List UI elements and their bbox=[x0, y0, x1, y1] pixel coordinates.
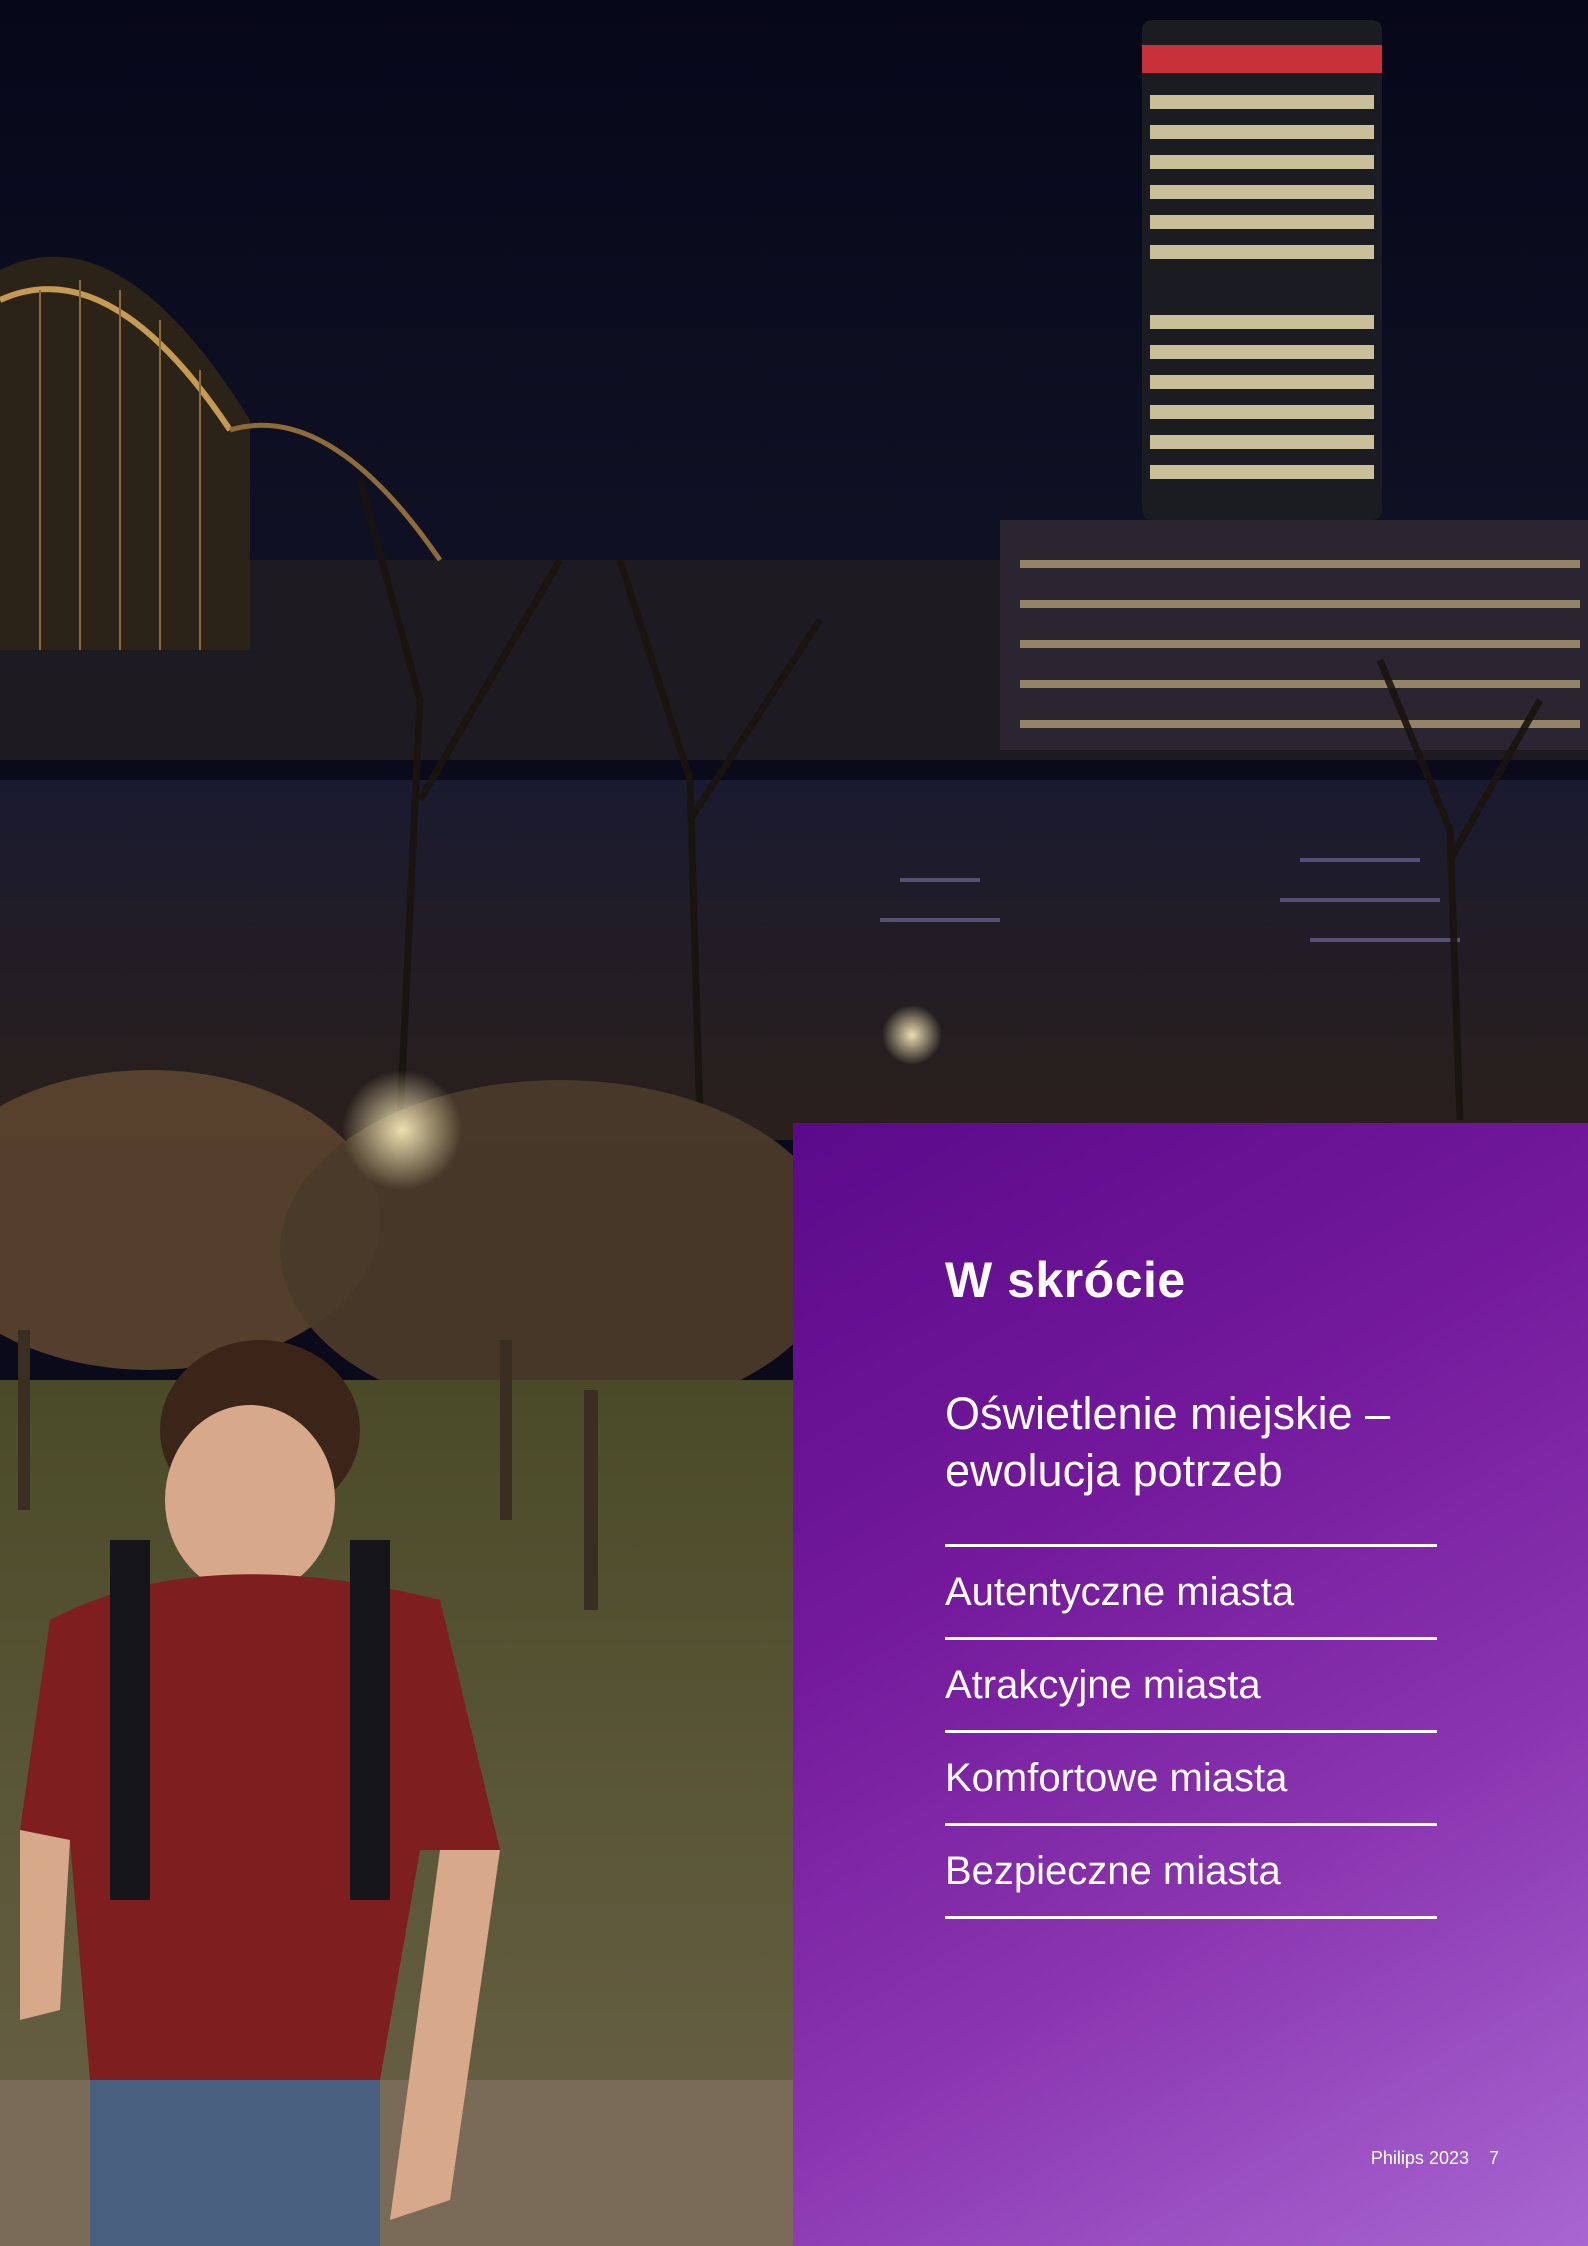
topic-item-comfortable[interactable]: Komfortowe miasta bbox=[945, 1733, 1437, 1826]
topic-item-safe[interactable]: Bezpieczne miasta bbox=[945, 1826, 1437, 1919]
page-number: 7 bbox=[1488, 2148, 1499, 2168]
page-footer: Philips 2023 7 bbox=[1371, 2148, 1499, 2169]
panel-subtitle[interactable]: Oświetlenie miejskie – ewolucja potrzeb bbox=[945, 1385, 1465, 1499]
topic-item-authentic[interactable]: Autentyczne miasta bbox=[945, 1547, 1437, 1640]
topic-item-attractive[interactable]: Atrakcyjne miasta bbox=[945, 1640, 1437, 1733]
topic-list: Autentyczne miasta Atrakcyjne miasta Kom… bbox=[945, 1544, 1437, 1919]
footer-brand: Philips 2023 bbox=[1370, 2148, 1469, 2168]
panel-title: W skrócie bbox=[945, 1252, 1186, 1308]
summary-panel: W skrócie Oświetlenie miejskie – ewolucj… bbox=[793, 1123, 1588, 2246]
